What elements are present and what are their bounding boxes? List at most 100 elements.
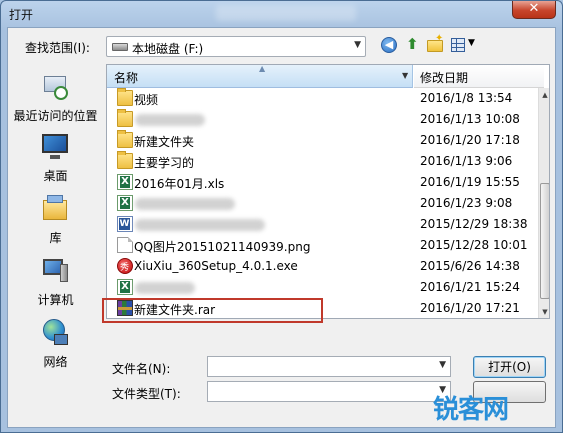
file-name: 2016年01月.xls	[134, 177, 225, 191]
xls-file-icon	[117, 279, 133, 295]
dialog-client-area: 查找范围(I): 本地磁盘 (F:) ▼ ◀ ⬆ ✦ ▼ 最近访问的位置 桌面 …	[7, 27, 556, 428]
file-name: 新建文件夹.rar	[134, 303, 216, 317]
views-menu-button[interactable]: ▼	[449, 35, 481, 55]
folder-icon	[117, 109, 133, 127]
filetype-label: 文件类型(T):	[112, 387, 181, 401]
chevron-down-icon[interactable]: ▼	[402, 71, 408, 80]
scroll-thumb[interactable]	[540, 183, 549, 299]
libraries-icon	[40, 194, 70, 224]
file-name: QQ图片20151021140939.png	[134, 240, 311, 254]
png-file-icon	[117, 237, 133, 253]
filetype-dropdown[interactable]: ▼	[207, 381, 451, 402]
place-label: 计算机	[37, 293, 74, 307]
chevron-down-icon[interactable]: ▼	[439, 360, 446, 370]
file-name: XiuXiu_360Setup_4.0.1.exe	[134, 259, 298, 273]
file-row[interactable]: 主要学习的 2016/1/13 9:06	[107, 151, 539, 172]
lookin-value: 本地磁盘 (F:)	[132, 42, 204, 56]
watermark-text: 锐客网	[433, 395, 509, 425]
watermark: 锐客网	[433, 387, 553, 427]
new-folder-button[interactable]: ✦	[425, 33, 445, 55]
blurred-file-name	[135, 198, 235, 210]
lookin-dropdown[interactable]: 本地磁盘 (F:) ▼	[106, 36, 366, 57]
place-label: 网络	[43, 355, 68, 369]
file-row[interactable]: 2015/12/29 18:38	[107, 214, 539, 235]
file-name: 新建文件夹	[134, 135, 195, 149]
vertical-scrollbar[interactable]: ▲ ▼	[538, 88, 549, 318]
star-icon: ✦	[435, 33, 444, 44]
blurred-title-area	[216, 5, 356, 21]
xls-file-icon	[117, 195, 133, 211]
file-date: 2016/1/13 10:08	[420, 112, 520, 126]
place-network[interactable]: 网络	[9, 316, 102, 376]
place-label: 最近访问的位置	[13, 109, 98, 123]
back-button[interactable]: ◀	[379, 35, 399, 55]
file-date: 2016/1/13 9:06	[420, 154, 513, 168]
lookin-label: 查找范围(I):	[25, 41, 90, 55]
view-grid-icon	[451, 38, 465, 52]
column-header-name[interactable]: 名称 ▲ ▼	[107, 65, 413, 88]
up-arrow-icon: ⬆	[406, 35, 419, 53]
file-date: 2016/1/8 13:54	[420, 91, 513, 105]
column-header-date-label: 修改日期	[420, 71, 469, 85]
computer-icon	[40, 256, 70, 286]
file-row[interactable]: XiuXiu_360Setup_4.0.1.exe 2015/6/26 14:38	[107, 256, 539, 277]
file-row[interactable]: 新建文件夹.rar 2016/1/20 17:21	[107, 298, 539, 318]
up-folder-button[interactable]: ⬆	[403, 35, 423, 55]
file-list[interactable]: 名称 ▲ ▼ 修改日期 视频 2016/1/8 13:54 2016/1/13 10…	[106, 64, 550, 319]
place-libraries[interactable]: 库	[9, 192, 102, 252]
file-date: 2016/1/23 9:08	[420, 196, 513, 210]
folder-icon	[117, 151, 133, 169]
place-label: 库	[49, 231, 62, 245]
back-arrow-icon: ◀	[381, 37, 397, 53]
file-date: 2016/1/19 15:55	[420, 175, 520, 189]
rar-file-icon	[117, 300, 133, 316]
blurred-file-name	[135, 114, 205, 126]
doc-file-icon	[117, 216, 133, 232]
place-label: 桌面	[43, 169, 68, 183]
open-dialog-window: 打开 ✕ 查找范围(I): 本地磁盘 (F:) ▼ ◀ ⬆ ✦ ▼ 最近访问的位…	[0, 0, 563, 433]
title-bar[interactable]: 打开 ✕	[1, 1, 562, 27]
file-row[interactable]: 2016/1/13 10:08	[107, 109, 539, 130]
chevron-down-icon[interactable]: ▼	[354, 40, 361, 50]
xls-file-icon	[117, 174, 133, 190]
file-row[interactable]: 2016/1/21 15:24	[107, 277, 539, 298]
scroll-down-icon[interactable]: ▼	[539, 305, 549, 318]
file-name: 视频	[134, 93, 159, 107]
file-date: 2015/6/26 14:38	[420, 259, 520, 273]
file-date: 2016/1/20 17:18	[420, 133, 520, 147]
scroll-up-icon[interactable]: ▲	[539, 88, 549, 102]
close-button[interactable]: ✕	[512, 1, 556, 19]
filename-input[interactable]: ▼	[207, 356, 451, 377]
window-title: 打开	[9, 8, 34, 22]
sort-up-icon: ▲	[259, 64, 266, 73]
desktop-icon	[40, 132, 70, 162]
place-recent[interactable]: 最近访问的位置	[9, 70, 102, 130]
file-row[interactable]: 视频 2016/1/8 13:54	[107, 88, 539, 109]
file-date: 2015/12/28 10:01	[420, 238, 528, 252]
column-header-date[interactable]: 修改日期	[414, 65, 544, 88]
folder-icon	[117, 130, 133, 148]
folder-icon	[117, 88, 133, 106]
recent-places-icon	[40, 72, 70, 102]
chevron-down-icon: ▼	[468, 38, 475, 48]
blurred-file-name	[135, 282, 195, 294]
blurred-file-name	[135, 219, 265, 231]
filename-label: 文件名(N):	[112, 362, 171, 376]
place-computer[interactable]: 计算机	[9, 254, 102, 314]
network-icon	[40, 318, 70, 348]
file-row[interactable]: 新建文件夹 2016/1/20 17:18	[107, 130, 539, 151]
open-button[interactable]: 打开(O)	[473, 356, 546, 378]
file-name: 主要学习的	[134, 156, 195, 170]
places-bar: 最近访问的位置 桌面 库 计算机 网络	[9, 64, 102, 369]
file-row[interactable]: 2016/1/23 9:08	[107, 193, 539, 214]
file-row[interactable]: 2016年01月.xls 2016/1/19 15:55	[107, 172, 539, 193]
column-header-name-label: 名称	[114, 71, 139, 85]
drive-icon	[112, 43, 128, 51]
file-row[interactable]: QQ图片20151021140939.png 2015/12/28 10:01	[107, 235, 539, 256]
file-date: 2016/1/21 15:24	[420, 280, 520, 294]
file-date: 2015/12/29 18:38	[420, 217, 528, 231]
file-rows: 视频 2016/1/8 13:54 2016/1/13 10:08 新建文件夹 2016…	[107, 88, 539, 318]
exe-file-icon	[117, 258, 133, 274]
place-desktop[interactable]: 桌面	[9, 130, 102, 190]
file-date: 2016/1/20 17:21	[420, 301, 520, 315]
